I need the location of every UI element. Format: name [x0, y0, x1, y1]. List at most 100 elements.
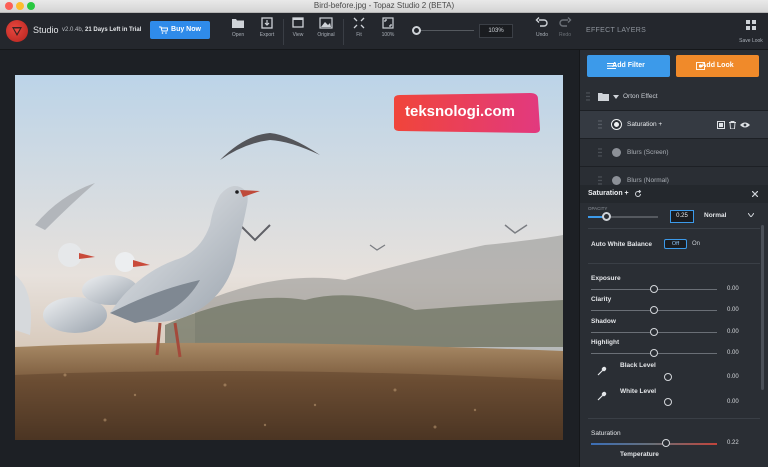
- version-number: v2.0.4b,: [62, 27, 84, 33]
- saturation-slider-handle[interactable]: [662, 439, 670, 447]
- export-icon: [261, 17, 273, 29]
- exposure-value[interactable]: 0.00: [727, 286, 739, 292]
- save-look-button[interactable]: Save Look: [736, 18, 766, 44]
- divider: [588, 228, 760, 229]
- add-filter-button[interactable]: Add Filter: [587, 55, 670, 77]
- app-name: Studio: [33, 25, 59, 35]
- zoom-slider-track[interactable]: [418, 30, 474, 31]
- add-filter-label: Add Filter: [612, 62, 645, 69]
- mask-icon[interactable]: [717, 121, 725, 129]
- saturation-value[interactable]: 0.22: [727, 440, 739, 446]
- awb-off-toggle[interactable]: Off: [664, 239, 687, 249]
- black-level-label: Black Level: [620, 362, 656, 369]
- divider: [588, 263, 760, 264]
- eyedropper-icon[interactable]: [597, 366, 607, 376]
- layer-thumbnail-icon: [612, 148, 621, 157]
- clarity-value[interactable]: 0.00: [727, 307, 739, 313]
- chevron-down-icon[interactable]: [613, 95, 619, 99]
- clarity-slider-handle[interactable]: [650, 306, 658, 314]
- highlight-slider-handle[interactable]: [650, 349, 658, 357]
- cart-icon: [159, 26, 168, 34]
- view-icon: [292, 17, 304, 28]
- highlight-label: Highlight: [591, 339, 620, 346]
- awb-on-toggle[interactable]: On: [692, 241, 700, 247]
- opacity-value-field[interactable]: 0.25: [670, 210, 694, 223]
- watermark-text: teksnologi.com: [405, 103, 515, 120]
- white-level-value[interactable]: 0.00: [727, 399, 739, 405]
- clarity-label: Clarity: [591, 296, 612, 303]
- actual-size-button[interactable]: 100%: [373, 17, 403, 38]
- zoom-value-field[interactable]: 103%: [479, 24, 513, 38]
- fit-label: Fit: [356, 32, 362, 38]
- layer-name: Blurs (Screen): [627, 149, 669, 156]
- redo-icon: [559, 17, 572, 27]
- shadow-slider-handle[interactable]: [650, 328, 658, 336]
- topaz-logo-icon: [6, 20, 28, 42]
- exposure-label: Exposure: [591, 275, 621, 282]
- panel-scrollbar[interactable]: [761, 225, 764, 390]
- eyedropper-icon[interactable]: [597, 391, 607, 401]
- drag-handle-icon[interactable]: [586, 92, 590, 101]
- awb-label: Auto White Balance: [591, 241, 653, 248]
- opacity-slider-handle[interactable]: [602, 212, 611, 221]
- fit-icon: [353, 17, 365, 29]
- buy-now-label: Buy Now: [171, 26, 201, 33]
- white-level-label: White Level: [620, 388, 657, 395]
- saturation-slider-track[interactable]: [591, 443, 717, 445]
- window-title: Bird-before.jpg - Topaz Studio 2 (BETA): [313, 1, 455, 10]
- version-info: v2.0.4b, 21 Days Left in Trial: [62, 27, 141, 33]
- drag-handle-icon[interactable]: [598, 176, 602, 185]
- layer-saturation[interactable]: Saturation +: [580, 111, 768, 138]
- chevron-down-icon[interactable]: [748, 213, 754, 217]
- layer-name: Blurs (Normal): [627, 177, 669, 184]
- toolbar: Studio v2.0.4b, 21 Days Left in Trial Bu…: [0, 13, 768, 50]
- export-button[interactable]: Export: [252, 17, 282, 38]
- folder-icon: [598, 93, 609, 101]
- grid-icon: [746, 20, 756, 30]
- filter-settings-header: Saturation +: [580, 185, 768, 203]
- eye-icon[interactable]: [740, 122, 750, 128]
- zoom-slider-handle[interactable]: [412, 26, 421, 35]
- open-button[interactable]: Open: [223, 17, 253, 38]
- folder-icon: [232, 19, 244, 28]
- buy-now-button[interactable]: Buy Now: [150, 21, 210, 39]
- fit-button[interactable]: Fit: [344, 17, 374, 38]
- temperature-label: Temperature: [620, 451, 659, 458]
- opacity-label: OPACITY: [588, 206, 608, 211]
- view-button[interactable]: View: [283, 17, 313, 38]
- view-label: View: [292, 32, 304, 38]
- trash-icon[interactable]: [729, 121, 736, 129]
- add-look-button[interactable]: Add Look: [676, 55, 759, 77]
- layer-name: Saturation +: [627, 121, 663, 128]
- layer-group-orton[interactable]: Orton Effect: [580, 83, 768, 110]
- undo-icon: [535, 17, 548, 27]
- layer-blurs-screen[interactable]: Blurs (Screen): [580, 139, 768, 166]
- original-button[interactable]: Original: [311, 17, 341, 38]
- open-label: Open: [231, 32, 245, 38]
- white-level-handle[interactable]: [664, 398, 672, 406]
- add-look-label: Add Look: [701, 62, 734, 69]
- saturation-label: Saturation: [591, 430, 621, 437]
- drag-handle-icon[interactable]: [598, 120, 602, 129]
- layer-name: Orton Effect: [623, 93, 658, 100]
- layer-blurs-normal[interactable]: Blurs (Normal): [580, 167, 768, 185]
- drag-handle-icon[interactable]: [598, 148, 602, 157]
- black-level-handle[interactable]: [664, 373, 672, 381]
- effect-layers-panel: Add Filter Add Look Orton Effect Saturat…: [579, 50, 768, 467]
- close-icon[interactable]: [752, 191, 758, 197]
- black-level-value[interactable]: 0.00: [727, 374, 739, 380]
- redo-label: Redo: [559, 32, 571, 38]
- layer-thumbnail-icon: [612, 120, 621, 129]
- exposure-slider-handle[interactable]: [650, 285, 658, 293]
- effect-layers-heading: EFFECT LAYERS: [586, 27, 647, 34]
- reset-icon[interactable]: [634, 190, 642, 198]
- title-bar: Bird-before.jpg - Topaz Studio 2 (BETA): [0, 0, 768, 13]
- redo-button[interactable]: Redo: [550, 17, 580, 38]
- highlight-value[interactable]: 0.00: [727, 350, 739, 356]
- sliders-icon: [607, 63, 616, 69]
- blend-mode-select[interactable]: Normal: [704, 212, 726, 219]
- shadow-value[interactable]: 0.00: [727, 329, 739, 335]
- trial-days: 21 Days Left in Trial: [85, 27, 142, 33]
- original-label: Original: [317, 32, 335, 38]
- filter-title: Saturation +: [588, 190, 629, 197]
